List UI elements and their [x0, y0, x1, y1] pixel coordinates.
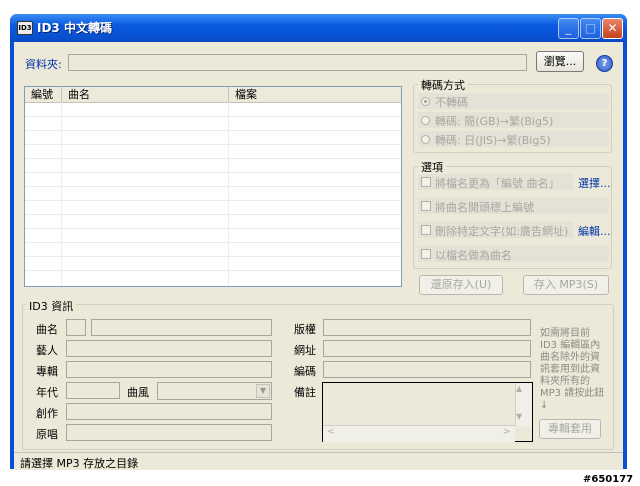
- option-jis-label: 轉碼: 日(JIS)→繁(Big5): [435, 134, 551, 147]
- memo-hscroll[interactable]: [323, 425, 515, 442]
- encoder-label: 編碼: [294, 365, 316, 378]
- maximize-button[interactable]: □: [580, 18, 601, 39]
- apply-album-button[interactable]: 專輯套用: [539, 419, 601, 439]
- checkbox-filename[interactable]: [421, 249, 431, 259]
- grid-line: [25, 172, 401, 173]
- checkbox-rename[interactable]: [421, 177, 431, 187]
- grid-line: [25, 228, 401, 229]
- scroll-left-icon[interactable]: <: [327, 427, 335, 437]
- radio-gb[interactable]: [421, 116, 430, 125]
- help-icon[interactable]: ?: [596, 55, 613, 72]
- option-filename-label: 以檔名做為曲名: [435, 249, 512, 262]
- radio-none[interactable]: [421, 97, 430, 106]
- grid-line: [25, 242, 401, 243]
- file-list-header: 編號 曲名 檔案: [25, 87, 401, 103]
- conversion-group-label: 轉碼方式: [418, 77, 468, 93]
- radio-jis[interactable]: [421, 135, 430, 144]
- artist-field[interactable]: [66, 340, 272, 357]
- status-text: 請選擇 MP3 存放之目錄: [20, 457, 139, 470]
- app-icon: ID3: [17, 21, 33, 35]
- scroll-right-icon[interactable]: >: [503, 427, 511, 437]
- scroll-up-icon[interactable]: ▲: [516, 384, 522, 393]
- copyright-field[interactable]: [323, 319, 531, 336]
- column-number[interactable]: 編號: [25, 87, 62, 102]
- folder-label: 資料夾:: [25, 58, 62, 71]
- option-none-label: 不轉碼: [435, 96, 468, 109]
- genre-label: 曲風: [127, 386, 149, 399]
- close-icon: ✕: [607, 21, 618, 35]
- select-link[interactable]: 選擇...: [578, 175, 611, 191]
- grid-line: [25, 116, 401, 117]
- grid-line: [25, 130, 401, 131]
- album-label: 專輯: [36, 365, 58, 378]
- folder-field[interactable]: [68, 54, 527, 71]
- restore-button[interactable]: 還原存入(U): [419, 275, 503, 295]
- close-button[interactable]: ✕: [602, 18, 623, 39]
- genre-select[interactable]: [157, 382, 272, 400]
- watermark-text: #650177: [583, 474, 634, 485]
- minimize-icon: _: [565, 21, 572, 35]
- column-file[interactable]: 檔案: [229, 87, 401, 102]
- status-bar: 請選擇 MP3 存放之目錄: [14, 452, 623, 470]
- column-title[interactable]: 曲名: [62, 87, 229, 102]
- id3-info-label: ID3 資訊: [26, 298, 77, 314]
- copyright-label: 版權: [294, 323, 316, 336]
- title-label: 曲名: [36, 323, 58, 336]
- save-mp3-button[interactable]: 存入 MP3(S): [523, 275, 609, 295]
- option-gb-label: 轉碼: 簡(GB)→繁(Big5): [435, 115, 554, 128]
- checkbox-delete[interactable]: [421, 225, 431, 235]
- album-field[interactable]: [66, 361, 272, 378]
- artist-label: 藝人: [36, 344, 58, 357]
- original-field[interactable]: [66, 424, 272, 441]
- minimize-button[interactable]: _: [558, 18, 579, 39]
- checkbox-number[interactable]: [421, 201, 431, 211]
- edit-link[interactable]: 編輯...: [578, 223, 611, 239]
- track-number-field[interactable]: [66, 319, 86, 336]
- grid-line: [25, 256, 401, 257]
- apply-description: 如需將目前ID3 編輯區內曲名除外的資訊套用到此資料夾所有的 MP3 請按此鈕↓: [540, 328, 605, 411]
- title-field[interactable]: [91, 319, 272, 336]
- option-delete-label: 刪除特定文字(如:廣告網址): [435, 225, 569, 238]
- file-list[interactable]: 編號 曲名 檔案: [24, 86, 402, 287]
- option-number-label: 將曲名開頭標上編號: [435, 201, 534, 214]
- year-field[interactable]: [66, 382, 120, 399]
- composer-field[interactable]: [66, 403, 272, 420]
- original-label: 原唱: [36, 428, 58, 441]
- encoder-field[interactable]: [323, 361, 531, 378]
- option-rename-label: 將檔名更為「編號 曲名」: [435, 177, 560, 190]
- grid-line: [25, 186, 401, 187]
- grid-line: [25, 144, 401, 145]
- comment-label: 備註: [294, 386, 316, 399]
- chevron-down-icon[interactable]: ▼: [256, 384, 270, 398]
- browse-button[interactable]: 瀏覽...: [536, 51, 584, 72]
- year-label: 年代: [36, 386, 58, 399]
- maximize-icon: □: [584, 21, 597, 35]
- composer-label: 創作: [36, 407, 58, 420]
- window-title: ID3 中文轉碼: [37, 21, 112, 35]
- grid-line: [25, 214, 401, 215]
- scroll-down-icon[interactable]: ▼: [516, 412, 522, 421]
- url-field[interactable]: [323, 340, 531, 357]
- grid-line: [25, 270, 401, 271]
- grid-line: [25, 158, 401, 159]
- options-group-label: 選項: [418, 159, 446, 175]
- url-label: 網址: [294, 344, 316, 357]
- grid-line: [25, 200, 401, 201]
